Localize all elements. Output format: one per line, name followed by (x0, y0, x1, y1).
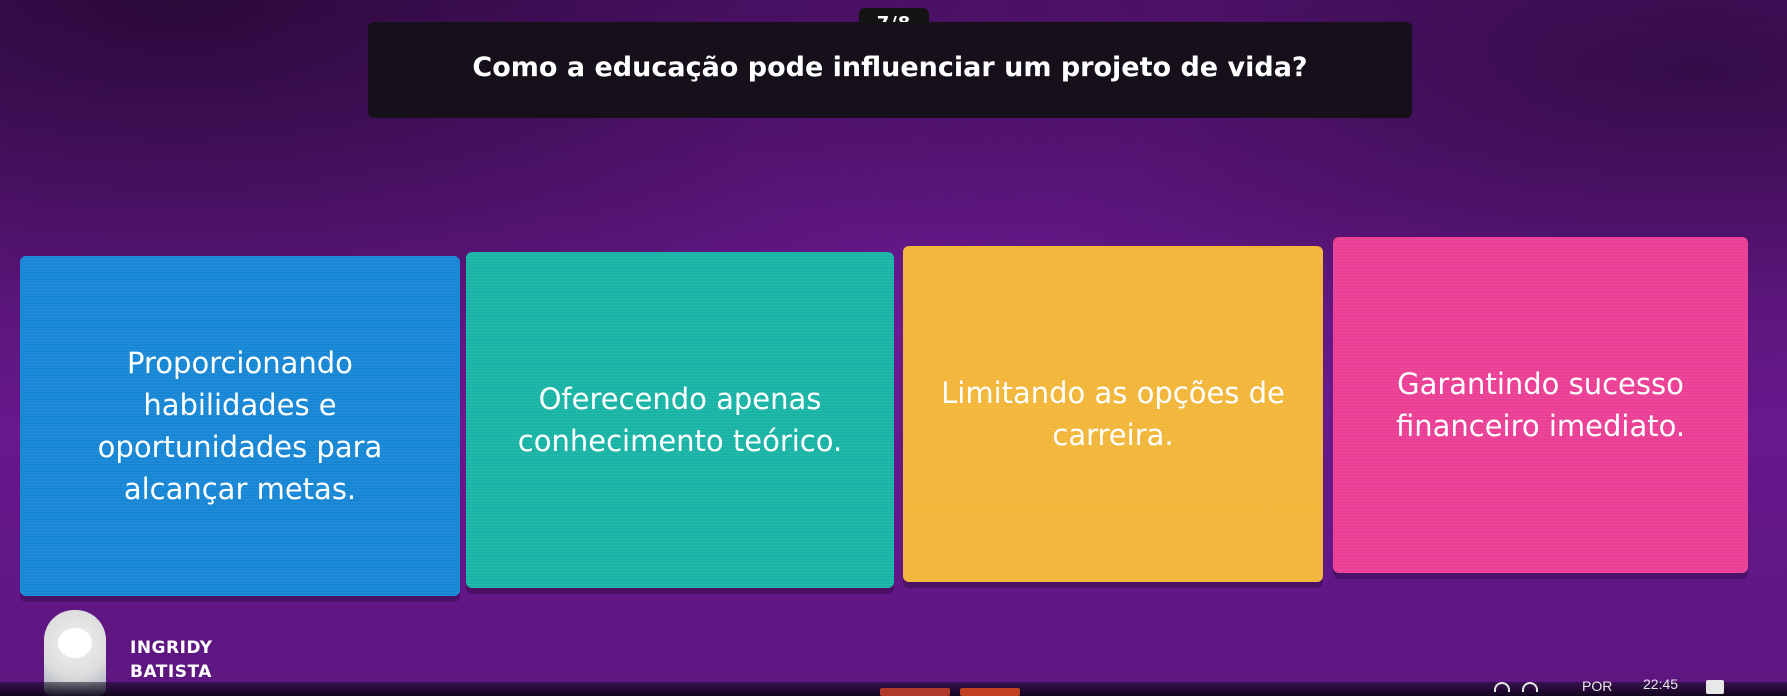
answer-option-4-label: Garantindo sucesso financeiro imediato. (1395, 367, 1686, 443)
answer-option-1-label: Proporcionando habilidades e oportunidad… (97, 346, 383, 506)
answer-option-3-label: Limitando as opções de carreira. (941, 376, 1285, 452)
language-indicator[interactable]: POR (1582, 678, 1612, 694)
answer-option-2[interactable]: Oferecendo apenas conhecimento teórico. (466, 252, 894, 588)
volume-icon[interactable] (1522, 682, 1538, 692)
clock-time[interactable]: 22:45 (1643, 676, 1678, 692)
answer-option-3[interactable]: Limitando as opções de carreira. (903, 246, 1323, 582)
taskbar-app-icon[interactable] (880, 688, 950, 696)
answer-option-4[interactable]: Garantindo sucesso financeiro imediato. (1333, 237, 1748, 573)
question-text: Como a educação pode influenciar um proj… (368, 22, 1412, 118)
notification-icon[interactable] (1706, 680, 1724, 694)
player-name: INGRIDY BATISTA (130, 636, 213, 684)
player-first-name: INGRIDY (130, 638, 213, 658)
answer-option-2-label: Oferecendo apenas conhecimento teórico. (517, 382, 843, 458)
wifi-icon[interactable] (1494, 682, 1510, 692)
player-last-name: BATISTA (130, 662, 212, 682)
answer-option-1[interactable]: Proporcionando habilidades e oportunidad… (20, 256, 460, 596)
avatar-face-icon (58, 628, 92, 658)
taskbar-app-icon[interactable] (960, 688, 1020, 696)
